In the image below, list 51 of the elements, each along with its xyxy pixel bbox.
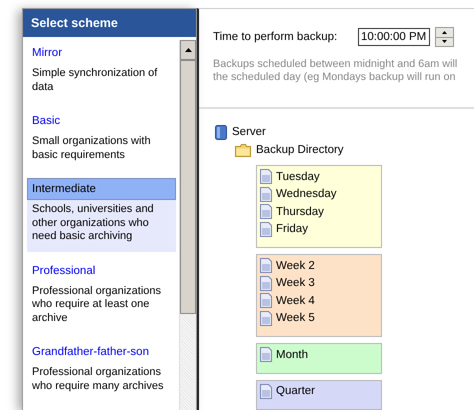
document-icon xyxy=(260,222,272,237)
file-label[interactable]: Week 5 xyxy=(276,312,315,324)
folder-icon xyxy=(235,144,251,156)
file-label[interactable]: Friday xyxy=(276,223,308,236)
document-icon xyxy=(260,169,272,184)
note-text: the scheduled day (eg Mondays backup will run on xyxy=(213,71,456,84)
scheme-name[interactable]: Professional xyxy=(27,260,176,282)
caret-down-icon xyxy=(442,40,447,44)
file-label[interactable]: Week 4 xyxy=(276,294,315,307)
scroll-thumb[interactable] xyxy=(180,60,196,314)
scheme-item[interactable]: Grandfather-father-son Professional organizations who require many archives xyxy=(27,341,176,401)
document-icon xyxy=(260,347,272,362)
file-label[interactable]: Week 3 xyxy=(276,277,315,290)
document-icon xyxy=(260,293,272,308)
scheme-description: Simple synchronization of data xyxy=(31,66,158,94)
scheme-name[interactable]: Grandfather-father-son xyxy=(27,341,176,363)
document-icon xyxy=(260,384,272,399)
folder-label[interactable]: Backup Directory xyxy=(256,144,344,156)
document-icon xyxy=(260,204,272,220)
server-icon xyxy=(215,124,227,140)
scheme-item[interactable]: Intermediate Schools, universities and other organizations who need basic archiving xyxy=(27,178,176,252)
caret-up-icon xyxy=(184,48,192,52)
scheme-name[interactable]: Mirror xyxy=(27,42,176,64)
scheme-item[interactable]: Professional Professional organizations who require at least one archive xyxy=(27,260,176,333)
scrollbar[interactable] xyxy=(179,40,196,410)
note-text: Backups scheduled between midnight and 6am will xyxy=(213,58,458,71)
document-icon xyxy=(260,310,272,326)
scheme-item[interactable]: Basic Small organizations with basic requirements xyxy=(27,110,176,170)
file-label[interactable]: Thursday xyxy=(276,206,324,218)
time-spinner[interactable] xyxy=(435,27,454,47)
scheme-description: Schools, universities and other organizations who need basic archiving xyxy=(31,202,155,244)
scheme-description: Professional organizations who require at least one archive xyxy=(31,284,162,326)
caret-up-icon xyxy=(442,30,447,34)
document-icon xyxy=(260,276,272,291)
panel-title: Select scheme xyxy=(23,9,196,37)
scheme-description: Professional organizations who require many archives xyxy=(31,365,164,394)
scheme-description: Small organizations with basic requirements xyxy=(31,134,152,162)
file-label[interactable]: Wednesday xyxy=(276,188,337,200)
scheme-item[interactable]: Mirror Simple synchronization of data xyxy=(27,42,176,102)
document-icon xyxy=(260,258,272,274)
file-label[interactable]: Tuesday xyxy=(276,170,320,183)
time-label: Time to perform backup: xyxy=(213,31,338,43)
scheme-name[interactable]: Intermediate xyxy=(27,178,176,200)
time-field[interactable]: 10:00:00 PM xyxy=(358,28,430,46)
file-label[interactable]: Month xyxy=(276,348,308,361)
scheme-name[interactable]: Basic xyxy=(27,110,176,132)
file-label[interactable]: Quarter xyxy=(276,385,315,398)
scroll-up-button[interactable] xyxy=(180,40,196,60)
file-label[interactable]: Week 2 xyxy=(276,260,315,272)
document-icon xyxy=(260,186,272,202)
server-label[interactable]: Server xyxy=(232,126,266,138)
